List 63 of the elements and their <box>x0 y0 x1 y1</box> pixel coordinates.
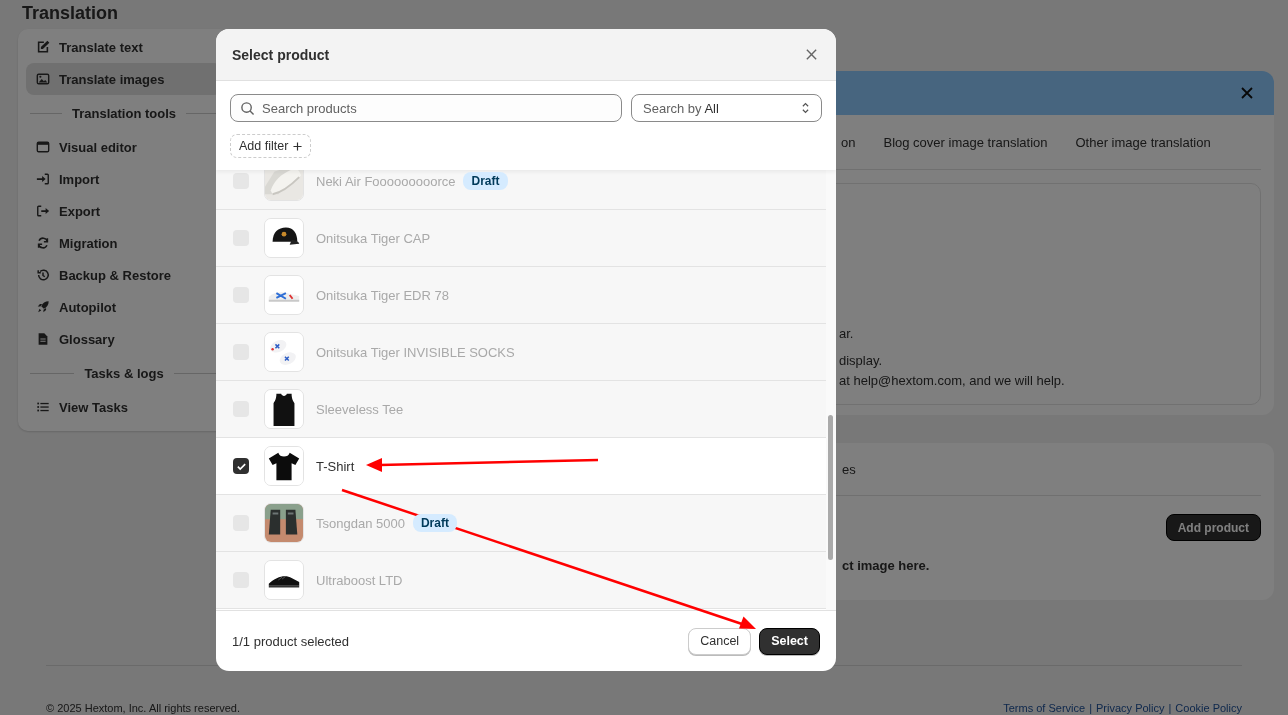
info-text: ar. <box>839 325 855 343</box>
dialog-title: Select product <box>232 46 330 63</box>
footer-link[interactable]: Terms of Service <box>1003 701 1086 715</box>
info-text: display. <box>839 352 884 370</box>
add-product-button[interactable]: Add product <box>1165 514 1261 541</box>
product-name: Sleeveless Tee <box>316 401 404 417</box>
search-field[interactable]: Search products <box>230 94 622 122</box>
tab[interactable]: Other image translation <box>1075 130 1211 154</box>
card-heading: es <box>842 461 856 477</box>
product-row[interactable]: Ultraboost LTD <box>216 552 826 609</box>
product-name: T-Shirt <box>316 458 355 474</box>
add-filter-button[interactable]: Add filter <box>230 134 312 158</box>
scrollbar[interactable] <box>826 170 836 610</box>
product-name: Neki Air Fooooooooorce <box>316 173 456 189</box>
section-heading: Translation tools <box>72 105 176 121</box>
product-name: Onitsuka Tiger EDR 78 <box>316 287 449 303</box>
footer-link[interactable]: Cookie Policy <box>1175 701 1242 715</box>
product-row[interactable]: Neki Air Fooooooooorce Draft <box>216 170 826 210</box>
product-name: Onitsuka Tiger INVISIBLE SOCKS <box>316 344 515 360</box>
document-icon <box>36 332 50 346</box>
select-button[interactable]: Select <box>759 627 820 655</box>
close-button[interactable] <box>1240 86 1254 100</box>
product-row[interactable]: Onitsuka Tiger EDR 78 <box>216 267 826 324</box>
selection-count: 1/1 product selected <box>232 633 350 649</box>
search-icon <box>240 101 255 116</box>
status-badge: Draft <box>463 172 508 190</box>
tab[interactable]: Blog cover image translation <box>883 130 1048 154</box>
product-row[interactable]: Onitsuka Tiger INVISIBLE SOCKS <box>216 324 826 381</box>
cancel-button[interactable]: Cancel <box>688 627 752 655</box>
chevron-icon <box>801 101 810 115</box>
sidebar-item[interactable]: Visual editor <box>26 131 222 163</box>
search-by-select[interactable]: Search by All <box>631 94 822 122</box>
close-icon <box>805 48 818 61</box>
product-row[interactable]: Tsongdan 5000 Draft <box>216 495 826 552</box>
status-badge: Draft <box>412 514 457 532</box>
product-name: Tsongdan 5000 <box>316 515 405 531</box>
close-icon <box>1240 86 1254 100</box>
sign-out-icon <box>36 204 50 218</box>
window-icon <box>36 140 50 154</box>
sidebar-item[interactable]: Translate text <box>26 31 222 63</box>
product-row[interactable]: Onitsuka Tiger CAP <box>216 210 826 267</box>
tab[interactable]: on <box>841 130 856 154</box>
checkbox[interactable] <box>233 458 249 474</box>
section-heading: Tasks & logs <box>84 365 164 381</box>
list-icon <box>36 400 50 414</box>
product-name: Ultraboost LTD <box>316 572 403 588</box>
sign-in-icon <box>36 172 50 186</box>
close-button[interactable] <box>805 48 818 61</box>
product-row[interactable]: Sleeveless Tee <box>216 381 826 438</box>
edit-icon <box>36 40 50 54</box>
refresh-icon <box>36 236 50 250</box>
link-separator: | <box>1168 701 1172 715</box>
rocket-icon <box>36 300 50 314</box>
footer-link[interactable]: Privacy Policy <box>1096 701 1165 715</box>
product-name: Onitsuka Tiger CAP <box>316 230 431 246</box>
copyright-text: © 2025 Hextom, Inc. All rights reserved. <box>46 701 240 715</box>
empty-state-text: ct image here. <box>841 558 931 573</box>
plus-icon <box>293 141 303 151</box>
page-title: Translation <box>22 2 119 24</box>
history-icon <box>36 268 50 282</box>
link-separator: | <box>1089 701 1093 715</box>
info-text: at help@hextom.com, and we will help. <box>839 372 1066 390</box>
image-icon <box>36 72 50 86</box>
